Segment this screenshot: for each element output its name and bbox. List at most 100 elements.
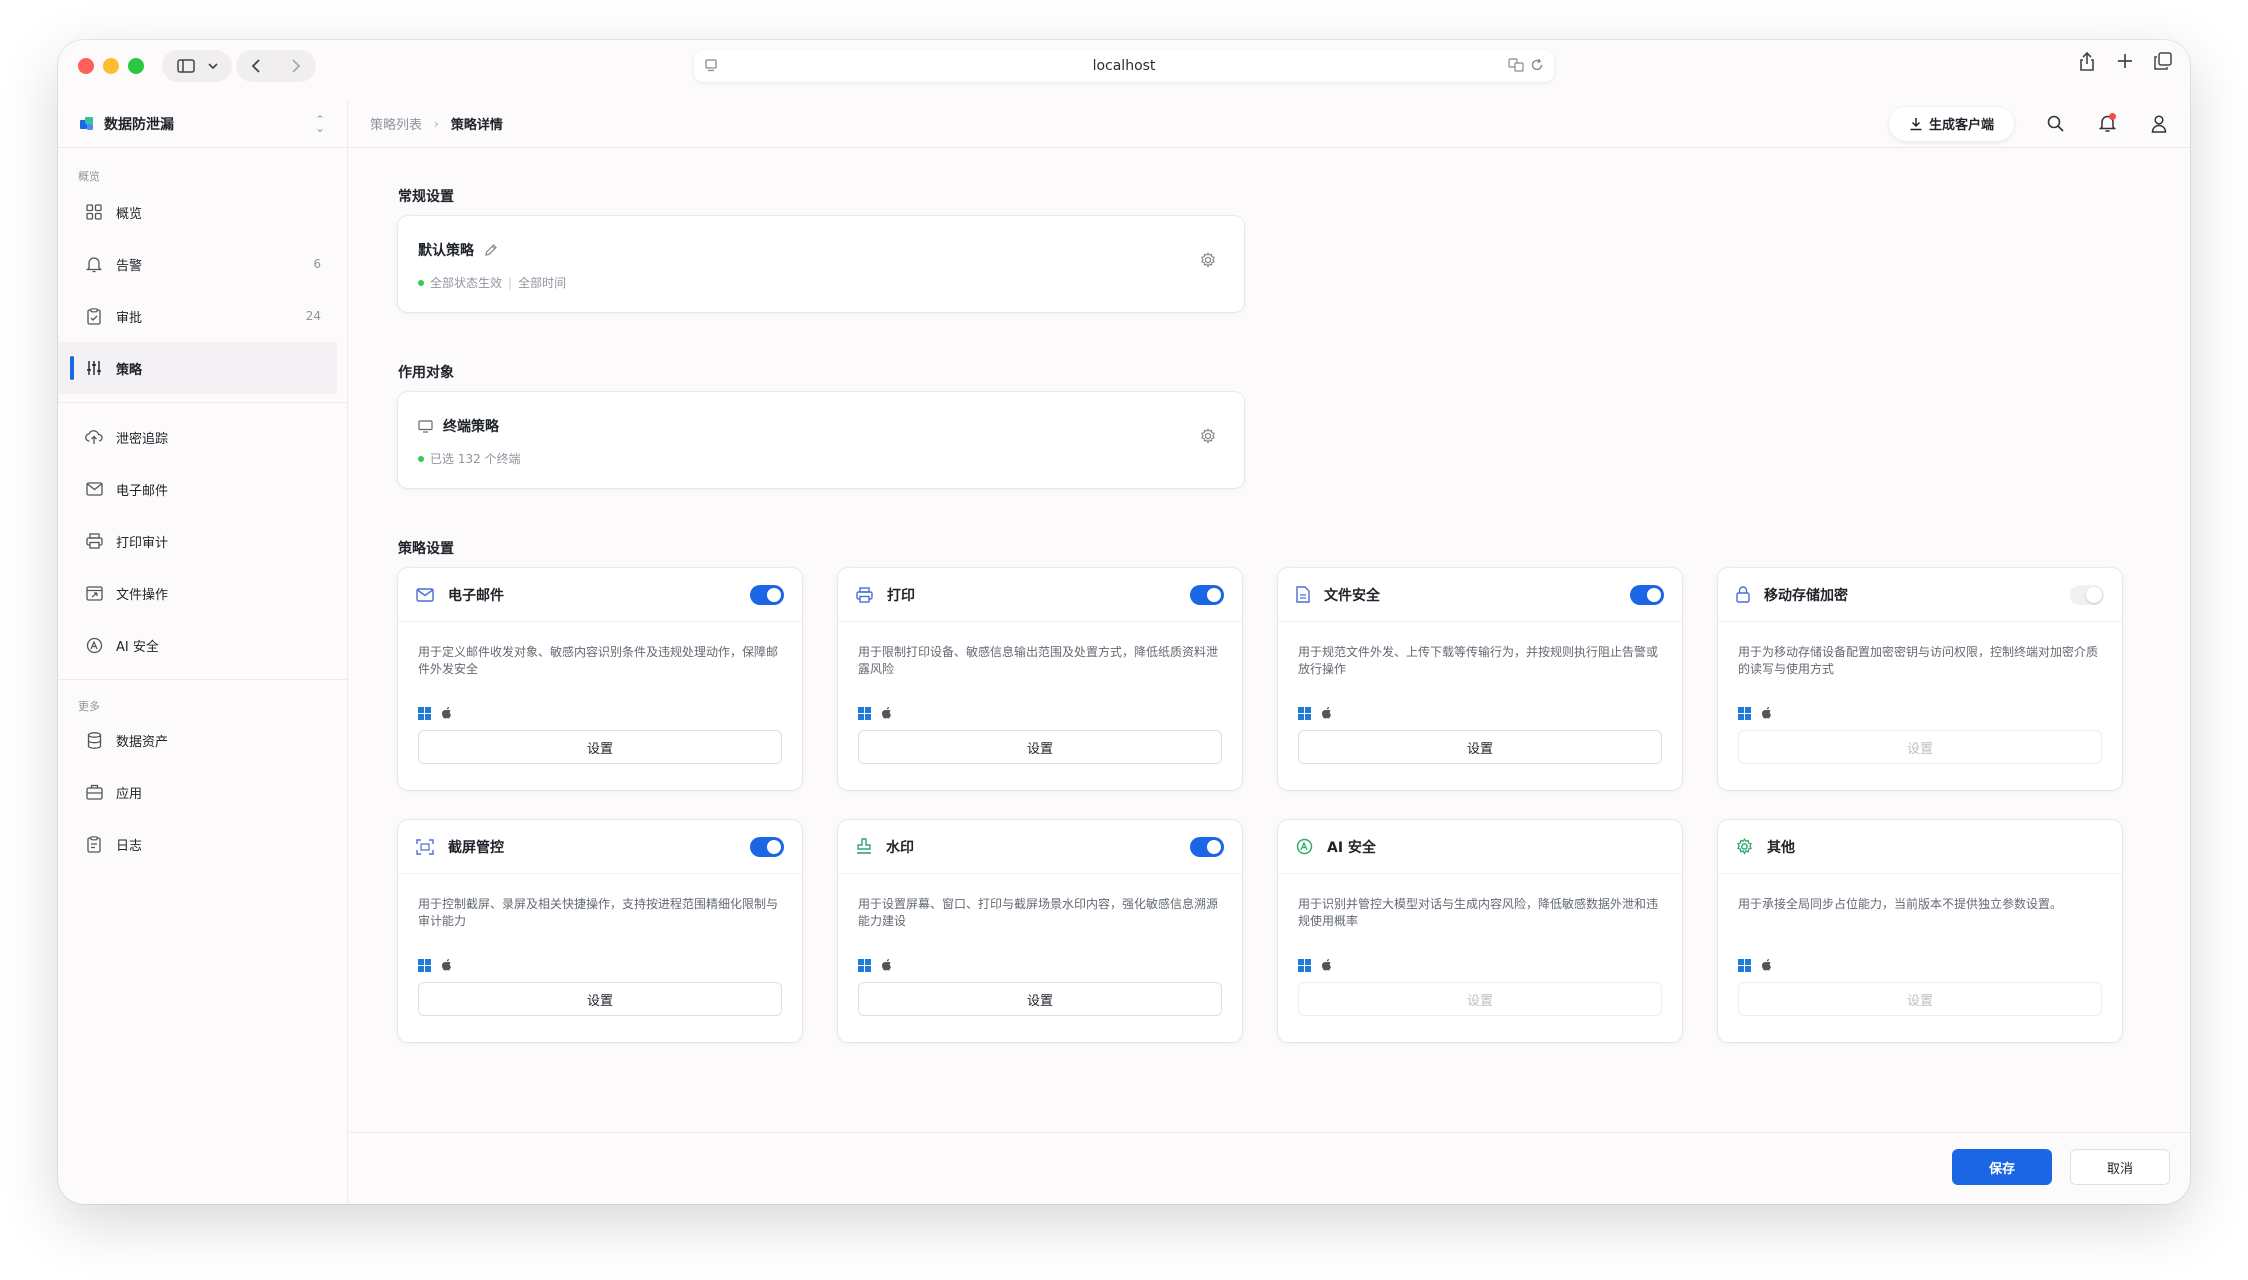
- section-general-title: 常规设置: [398, 189, 454, 205]
- reload-icon[interactable]: [1530, 58, 1544, 72]
- windows-icon: [418, 706, 431, 720]
- breadcrumb-parent[interactable]: 策略列表: [370, 114, 422, 133]
- print-toggle[interactable]: [1190, 584, 1224, 605]
- file-security-toggle[interactable]: [1630, 584, 1664, 605]
- brand-switcher[interactable]: 数据防泄漏 ⌃ ⌄: [58, 100, 347, 148]
- sidebar-item-file-ops[interactable]: 文件操作: [58, 567, 347, 619]
- chevron-right-icon: ›: [434, 116, 439, 131]
- section-policy-title: 策略设置: [398, 541, 454, 557]
- file-op-icon: [84, 583, 104, 603]
- policy-card-desc: 用于设置屏幕、窗口、打印与截屏场景水印内容，强化敏感信息溯源能力建设: [858, 897, 1219, 928]
- back-icon[interactable]: [251, 58, 261, 74]
- tabs-overview-icon[interactable]: [2154, 52, 2172, 70]
- apple-icon: [1321, 959, 1331, 971]
- minimize-window-button[interactable]: [103, 58, 119, 74]
- chevron-updown-icon: ⌃ ⌄: [314, 112, 325, 135]
- nav-divider: [58, 402, 347, 403]
- breadcrumb-current: 策略详情: [450, 118, 503, 133]
- sidebar-item-apps[interactable]: 应用: [58, 766, 347, 818]
- mail-icon: [84, 479, 104, 499]
- sidebar-item-label: AI 安全: [116, 639, 159, 655]
- sidebar-item-ai-security[interactable]: AI 安全: [58, 619, 347, 671]
- new-tab-icon[interactable]: [2116, 52, 2134, 70]
- sidebar-item-label: 策略: [116, 362, 143, 378]
- generate-client-button[interactable]: 生成客户端: [1888, 106, 2014, 141]
- policy-name: 默认策略: [418, 243, 474, 259]
- history-nav: [236, 50, 316, 82]
- policy-card-print: 打印 用于限制打印设备、敏感信息输出范围及处置方式，降低纸质资料泄露风险 设置: [838, 568, 1242, 790]
- translate-icon[interactable]: [1508, 58, 1524, 72]
- sidebar-item-logs[interactable]: 日志: [58, 818, 347, 870]
- usb-encryption-settings-button[interactable]: 设置: [1738, 730, 2102, 764]
- email-toggle[interactable]: [750, 584, 784, 605]
- alerts-count: 6: [313, 257, 321, 271]
- gear-icon[interactable]: [1200, 428, 1216, 444]
- watermark-toggle[interactable]: [1190, 836, 1224, 857]
- cancel-button[interactable]: 取消: [2070, 1149, 2170, 1185]
- browser-window: localhost 数据防泄漏 ⌃ ⌄ 概览 概览 告警 6 审批 24 策略 …: [58, 40, 2190, 1204]
- gear-icon[interactable]: [1200, 252, 1216, 268]
- policy-card-desc: 用于承接全局同步占位能力，当前版本不提供独立参数设置。: [1738, 897, 2063, 911]
- policy-card-desc: 用于限制打印设备、敏感信息输出范围及处置方式，降低纸质资料泄露风险: [858, 645, 1219, 676]
- forward-icon[interactable]: [291, 58, 301, 74]
- edit-pencil-icon[interactable]: [484, 243, 498, 257]
- close-window-button[interactable]: [78, 58, 94, 74]
- share-icon[interactable]: [2078, 52, 2096, 72]
- email-settings-button[interactable]: 设置: [418, 730, 782, 764]
- policy-card-label: 截屏管控: [448, 839, 504, 856]
- sidebar-item-email[interactable]: 电子邮件: [58, 463, 347, 515]
- window-controls: [78, 58, 144, 74]
- page-settings-icon[interactable]: [704, 58, 718, 76]
- file-icon: [1296, 586, 1310, 603]
- sidebar-item-policy[interactable]: 策略: [58, 342, 337, 394]
- sidebar-item-label: 应用: [116, 786, 143, 802]
- address-bar[interactable]: localhost: [694, 50, 1554, 82]
- save-button[interactable]: 保存: [1952, 1149, 2052, 1185]
- apple-icon: [441, 959, 451, 971]
- generate-client-label: 生成客户端: [1928, 118, 1994, 133]
- sidebar-item-label: 告警: [116, 258, 143, 274]
- sliders-icon: [84, 358, 104, 378]
- target-card[interactable]: 终端策略 已选 132 个终端: [398, 392, 1244, 488]
- usb-encryption-toggle[interactable]: [2070, 584, 2104, 605]
- print-settings-button[interactable]: 设置: [858, 730, 1222, 764]
- sidebar-item-overview[interactable]: 概览: [58, 186, 347, 238]
- sidebar-item-label: 文件操作: [116, 587, 169, 603]
- sidebar-item-leak-trace[interactable]: 泄密追踪: [58, 411, 347, 463]
- sidebar-item-data-assets[interactable]: 数据资产: [58, 714, 347, 766]
- sidebar-item-print-audit[interactable]: 打印审计: [58, 515, 347, 567]
- target-status: 已选 132 个终端: [430, 452, 521, 466]
- policy-card-desc: 用于识别并管控大模型对话与生成内容风险，降低敏感数据外泄和违规使用概率: [1298, 897, 1659, 928]
- user-icon[interactable]: [2148, 113, 2170, 135]
- notification-bell-icon[interactable]: [2096, 112, 2118, 135]
- nav-group-overview: 概览: [78, 170, 100, 183]
- apple-icon: [1321, 707, 1331, 719]
- zoom-window-button[interactable]: [128, 58, 144, 74]
- brand-logo-icon: [80, 116, 94, 131]
- policy-card-file-security: 文件安全 用于规范文件外发、上传下载等传输行为，并按规则执行阻止告警或放行操作 …: [1278, 568, 1682, 790]
- gear-icon: [1736, 838, 1753, 855]
- grid-icon: [84, 202, 104, 222]
- sidebar-item-label: 数据资产: [116, 734, 169, 750]
- file-security-settings-button[interactable]: 设置: [1298, 730, 1662, 764]
- apple-icon: [1761, 707, 1771, 719]
- status-dot: [418, 279, 424, 286]
- policy-card-label: 文件安全: [1324, 587, 1380, 604]
- ai-security-settings-button[interactable]: 设置: [1298, 982, 1662, 1016]
- log-icon: [84, 834, 104, 854]
- general-settings-card[interactable]: 默认策略 全部状态生效 | 全部时间: [398, 216, 1244, 312]
- sidebar-item-approval[interactable]: 审批 24: [58, 290, 347, 342]
- screenshot-toggle[interactable]: [750, 836, 784, 857]
- sidebar-toggle-button[interactable]: [162, 50, 232, 82]
- sidebar-item-alerts[interactable]: 告警 6: [58, 238, 347, 290]
- policy-status: 全部状态生效: [430, 276, 503, 290]
- stamp-icon: [857, 838, 871, 854]
- screenshot-settings-button[interactable]: 设置: [418, 982, 782, 1016]
- ai-icon: [84, 635, 104, 655]
- windows-icon: [1298, 706, 1311, 720]
- search-icon[interactable]: [2044, 113, 2066, 135]
- other-settings-button[interactable]: 设置: [1738, 982, 2102, 1016]
- watermark-settings-button[interactable]: 设置: [858, 982, 1222, 1016]
- bell-icon: [84, 254, 104, 274]
- windows-icon: [418, 958, 431, 972]
